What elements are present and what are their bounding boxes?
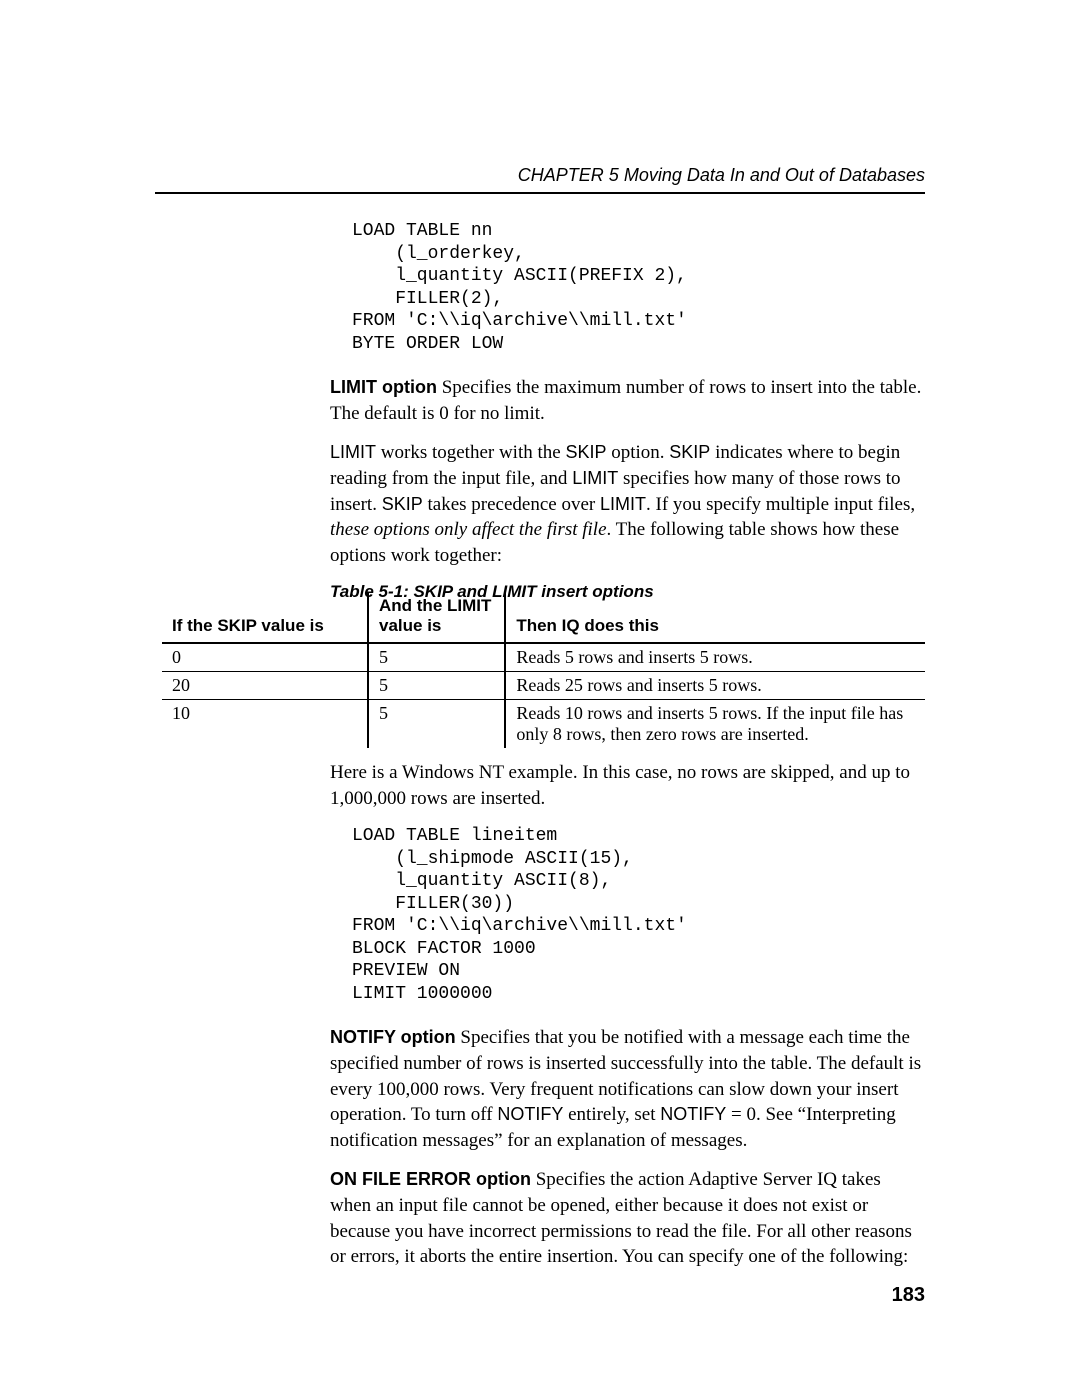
run: NOTIFY xyxy=(660,1104,726,1124)
limit-option-para: LIMIT option Specifies the maximum numbe… xyxy=(330,375,925,426)
run: works together with the xyxy=(376,442,565,463)
page-number: 183 xyxy=(892,1284,925,1307)
run: SKIP xyxy=(382,494,423,514)
th-skip: If the SKIP value is xyxy=(162,592,368,643)
cell-result: Reads 25 rows and inserts 5 rows. xyxy=(505,672,925,700)
th-limit-line1: And the LIMIT xyxy=(379,596,491,615)
chapter-header: CHAPTER 5 Moving Data In and Out of Data… xyxy=(518,165,925,186)
content-after-table: Here is a Windows NT example. In this ca… xyxy=(330,760,925,1284)
cell-result: Reads 10 rows and inserts 5 rows. If the… xyxy=(505,700,925,749)
code-block-1: LOAD TABLE nn (l_orderkey, l_quantity AS… xyxy=(352,220,925,355)
cell-limit: 5 xyxy=(368,672,505,700)
cell-limit: 5 xyxy=(368,643,505,672)
notify-option-label: NOTIFY option xyxy=(330,1027,456,1047)
notify-option-para: NOTIFY option Specifies that you be noti… xyxy=(330,1025,925,1153)
run: takes precedence over xyxy=(423,494,600,515)
run: NOTIFY xyxy=(497,1104,563,1124)
run-italic: these options only affect the first file xyxy=(330,519,607,540)
th-limit: And the LIMIT value is xyxy=(368,592,505,643)
run: SKIP xyxy=(565,442,606,462)
run: LIMIT xyxy=(572,468,618,488)
header-rule xyxy=(155,192,925,194)
on-file-error-para: ON FILE ERROR option Specifies the actio… xyxy=(330,1167,925,1270)
cell-skip: 20 xyxy=(162,672,368,700)
table-header-row: If the SKIP value is And the LIMIT value… xyxy=(162,592,925,643)
cell-limit: 5 xyxy=(368,700,505,749)
run: option. xyxy=(606,442,669,463)
skip-limit-table: If the SKIP value is And the LIMIT value… xyxy=(162,592,925,748)
main-content: LOAD TABLE nn (l_orderkey, l_quantity AS… xyxy=(330,220,925,606)
limit-option-label: LIMIT option xyxy=(330,377,437,397)
table-row: 10 5 Reads 10 rows and inserts 5 rows. I… xyxy=(162,700,925,749)
code-block-2: LOAD TABLE lineitem (l_shipmode ASCII(15… xyxy=(352,825,925,1005)
cell-skip: 10 xyxy=(162,700,368,749)
run: SKIP xyxy=(669,442,710,462)
run: . If you specify multiple input files, xyxy=(646,494,915,515)
th-limit-line2: value is xyxy=(379,616,441,635)
th-result: Then IQ does this xyxy=(505,592,925,643)
page: CHAPTER 5 Moving Data In and Out of Data… xyxy=(0,0,1080,1397)
run: LIMIT xyxy=(600,494,646,514)
example-intro-para: Here is a Windows NT example. In this ca… xyxy=(330,760,925,811)
table-row: 20 5 Reads 25 rows and inserts 5 rows. xyxy=(162,672,925,700)
table-row: 0 5 Reads 5 rows and inserts 5 rows. xyxy=(162,643,925,672)
run: LIMIT xyxy=(330,442,376,462)
table-container: If the SKIP value is And the LIMIT value… xyxy=(162,592,925,748)
on-file-error-label: ON FILE ERROR option xyxy=(330,1169,531,1189)
run: entirely, set xyxy=(563,1104,660,1125)
limit-skip-para: LIMIT works together with the SKIP optio… xyxy=(330,440,925,568)
cell-result: Reads 5 rows and inserts 5 rows. xyxy=(505,643,925,672)
cell-skip: 0 xyxy=(162,643,368,672)
